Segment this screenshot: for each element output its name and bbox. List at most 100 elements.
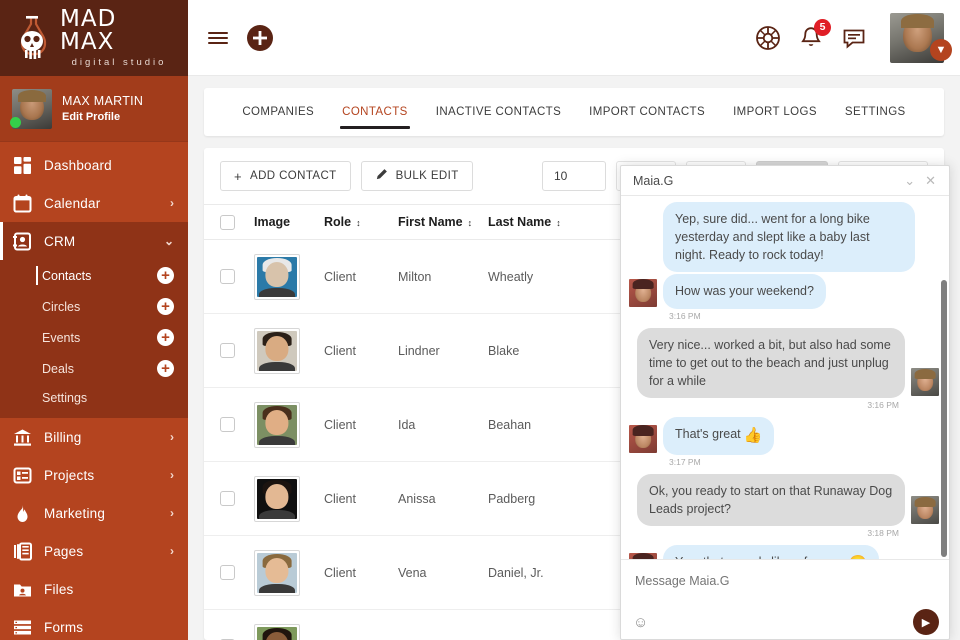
cell-first-name: Lindner xyxy=(398,343,440,358)
edit-profile-link[interactable]: Edit Profile xyxy=(62,111,143,123)
pencil-icon xyxy=(375,168,388,184)
chat-message: How was your weekend? xyxy=(629,274,939,309)
hamburger-icon[interactable] xyxy=(208,31,228,44)
brand-header[interactable]: MAD MAX digital studio xyxy=(0,0,188,76)
tab-label: COMPANIES xyxy=(242,106,315,118)
send-icon[interactable]: ▶ xyxy=(913,609,939,635)
sidebar-item-crm[interactable]: CRM ⌄ xyxy=(0,222,188,260)
chat-bubble-icon[interactable] xyxy=(841,25,867,51)
sidebar-item-label: Files xyxy=(44,581,74,597)
add-event-icon[interactable]: + xyxy=(157,329,174,346)
sidebar-item-files[interactable]: Files xyxy=(0,570,188,608)
add-circle-icon[interactable]: + xyxy=(157,298,174,315)
tab-companies[interactable]: COMPANIES xyxy=(228,88,328,136)
chat-footer: ☺ ▶ xyxy=(621,559,949,639)
sidebar-item-forms[interactable]: Forms xyxy=(0,608,188,640)
sidebar-subitem-deals[interactable]: Deals + xyxy=(0,353,188,384)
tab-contacts[interactable]: CONTACTS xyxy=(328,88,422,136)
chat-message: Ok, you ready to start on that Runaway D… xyxy=(629,473,939,526)
sidebar-item-calendar[interactable]: Calendar › xyxy=(0,184,188,222)
per-page-select[interactable]: 10 xyxy=(542,161,606,191)
online-status-dot xyxy=(10,116,21,128)
cell-first-name: Anissa xyxy=(398,491,436,506)
sidebar-subitem-label: Deals xyxy=(42,361,74,376)
column-last-name[interactable]: Last Name ↕ xyxy=(488,215,598,229)
add-contact-button[interactable]: + ADD CONTACT xyxy=(220,161,351,191)
column-role[interactable]: Role ↕ xyxy=(324,215,398,229)
sidebar-item-label: Projects xyxy=(44,467,95,483)
row-checkbox[interactable] xyxy=(220,343,235,358)
avatar xyxy=(629,424,657,453)
chat-message: That's great 👍 xyxy=(629,416,939,455)
tab-bar: COMPANIES CONTACTS INACTIVE CONTACTS IMP… xyxy=(228,88,919,136)
chat-bubble-incoming: Yep, that sounds like a fun one🙂 xyxy=(663,544,880,559)
chat-input[interactable] xyxy=(621,560,949,588)
close-icon[interactable]: ✕ xyxy=(920,174,941,187)
tab-import-contacts[interactable]: IMPORT CONTACTS xyxy=(575,88,719,136)
chat-bubble-incoming: Yep, sure did... went for a long bike ye… xyxy=(663,202,915,273)
avatar xyxy=(911,495,939,524)
chat-message: Very nice... worked a bit, but also had … xyxy=(629,327,939,398)
select-all-cell xyxy=(220,214,254,230)
avatar xyxy=(629,278,657,307)
sidebar-profile[interactable]: MAX MARTIN Edit Profile xyxy=(0,76,188,142)
chat-header: Maia.G ⌄ ✕ xyxy=(621,166,949,196)
sidebar-item-label: Billing xyxy=(44,429,82,445)
avatar-spacer xyxy=(629,242,657,270)
sidebar-subitem-label: Circles xyxy=(42,299,81,314)
sidebar-item-pages[interactable]: Pages › xyxy=(0,532,188,570)
select-all-checkbox[interactable] xyxy=(220,214,235,230)
tab-inactive-contacts[interactable]: INACTIVE CONTACTS xyxy=(422,88,575,136)
topbar-actions: 5 ▼ xyxy=(755,12,952,63)
bulk-edit-button[interactable]: BULK EDIT xyxy=(360,161,473,191)
tab-label: IMPORT LOGS xyxy=(733,106,817,118)
cell-role: Client xyxy=(324,269,356,284)
add-deal-icon[interactable]: + xyxy=(157,360,174,377)
row-checkbox[interactable] xyxy=(220,565,235,580)
cell-last-name: Padberg xyxy=(488,491,536,506)
row-checkbox[interactable] xyxy=(220,491,235,506)
cell-role: Client xyxy=(324,565,356,580)
chat-bubble-incoming: That's great 👍 xyxy=(663,416,775,455)
sidebar-subitem-circles[interactable]: Circles + xyxy=(0,291,188,322)
user-menu-avatar[interactable]: ▼ xyxy=(890,12,952,63)
chat-message: Yep, sure did... went for a long bike ye… xyxy=(629,202,939,273)
add-contact-icon[interactable]: + xyxy=(157,267,174,284)
contact-thumbnail xyxy=(254,475,300,522)
sidebar-item-dashboard[interactable]: Dashboard xyxy=(0,146,188,184)
chat-messages[interactable]: Yep, sure did... went for a long bike ye… xyxy=(621,196,949,559)
sidebar-subitem-label: Events xyxy=(42,330,81,345)
tab-import-logs[interactable]: IMPORT LOGS xyxy=(719,88,831,136)
sort-icon: ↕ xyxy=(467,218,472,228)
sidebar-item-marketing[interactable]: Marketing › xyxy=(0,494,188,532)
lifebuoy-icon[interactable] xyxy=(755,25,781,51)
chat-timestamp: 3:16 PM xyxy=(669,310,701,321)
cell-first-name: Vena xyxy=(398,565,427,580)
chat-title: Maia.G xyxy=(633,173,674,188)
tab-label: CONTACTS xyxy=(342,106,408,118)
chat-scrollbar[interactable] xyxy=(941,280,947,557)
sidebar-item-billing[interactable]: Billing › xyxy=(0,418,188,456)
chat-bubble-outgoing: Ok, you ready to start on that Runaway D… xyxy=(637,473,905,526)
tab-settings[interactable]: SETTINGS xyxy=(831,88,920,136)
sidebar-subitem-label: Contacts xyxy=(42,268,92,283)
chevron-down-icon[interactable]: ▼ xyxy=(930,38,952,61)
chevron-right-icon: › xyxy=(170,468,174,482)
sidebar-item-label: Dashboard xyxy=(44,157,112,173)
row-checkbox[interactable] xyxy=(220,417,235,432)
sidebar-subitem-contacts[interactable]: Contacts + xyxy=(0,260,188,291)
emoji-icon[interactable]: ☺ xyxy=(633,614,648,631)
cell-role: Client xyxy=(324,491,356,506)
sidebar-item-label: Pages xyxy=(44,543,84,559)
row-checkbox[interactable] xyxy=(220,269,235,284)
sidebar-item-projects[interactable]: Projects › xyxy=(0,456,188,494)
column-first-name[interactable]: First Name ↕ xyxy=(398,215,488,229)
chevron-down-icon[interactable]: ⌄ xyxy=(899,174,920,187)
bell-icon[interactable]: 5 xyxy=(798,18,831,51)
skull-flask-logo xyxy=(10,14,54,62)
sidebar-subitem-events[interactable]: Events + xyxy=(0,322,188,353)
sidebar-subitem-settings[interactable]: Settings xyxy=(0,384,188,418)
chevron-down-icon: ⌄ xyxy=(163,234,174,248)
quick-add-button[interactable] xyxy=(247,24,273,51)
cell-first-name: Milton xyxy=(398,269,432,284)
